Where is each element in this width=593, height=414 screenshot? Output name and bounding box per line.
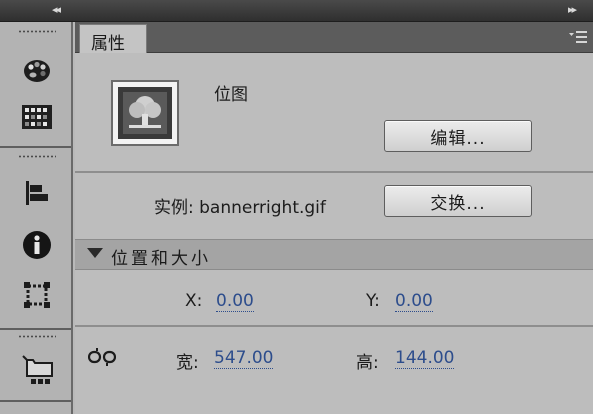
divider [75, 171, 593, 173]
width-label: 宽: [176, 353, 199, 373]
tool-strip [0, 22, 73, 414]
properties-panel-body: 位图 编辑... 实例: bannerright.gif 交换... 位置和大小… [75, 53, 593, 414]
panel-menu-icon[interactable] [569, 30, 587, 46]
section-title: 位置和大小 [111, 249, 211, 269]
x-label: X: [185, 291, 203, 311]
tool-separator [0, 400, 71, 402]
panel-collapse-bar: ◂◂ ▸▸ [0, 0, 593, 22]
tool-separator [0, 146, 71, 148]
tree-icon [123, 92, 167, 134]
swap-button[interactable]: 交换... [384, 185, 532, 217]
collapse-left-icon[interactable]: ◂◂ [52, 3, 61, 16]
info-icon[interactable] [22, 230, 52, 260]
panel-tab-strip: 属性 [75, 22, 593, 54]
color-swatches-icon[interactable] [22, 102, 52, 132]
bitmap-thumbnail [111, 80, 179, 146]
transform-icon[interactable] [22, 280, 52, 310]
divider [75, 325, 593, 327]
grip-handle[interactable] [18, 30, 56, 33]
position-size-section-header[interactable]: 位置和大小 [75, 239, 593, 270]
grip-handle[interactable] [18, 335, 56, 338]
width-value-field[interactable]: 547.00 [214, 348, 274, 369]
y-label: Y: [366, 291, 380, 311]
height-label: 高: [356, 353, 379, 373]
tool-separator [0, 328, 71, 330]
grip-handle[interactable] [18, 155, 56, 158]
palette-icon[interactable] [22, 56, 52, 86]
link-proportions-icon[interactable] [88, 346, 116, 368]
instance-label: 实例: bannerright.gif [154, 198, 326, 218]
expand-right-icon[interactable]: ▸▸ [568, 3, 577, 16]
symbol-type-label: 位图 [214, 85, 248, 105]
library-icon[interactable] [19, 354, 55, 384]
x-value-field[interactable]: 0.00 [216, 291, 254, 312]
collapse-triangle-icon[interactable] [87, 248, 103, 258]
tab-properties[interactable]: 属性 [79, 24, 147, 54]
align-icon[interactable] [22, 178, 52, 208]
properties-panel-window: ◂◂ ▸▸ 属性 位图 编辑... 实例: bannerright.gif 交换… [0, 0, 593, 414]
height-value-field[interactable]: 144.00 [395, 348, 455, 369]
edit-button[interactable]: 编辑... [384, 120, 532, 152]
y-value-field[interactable]: 0.00 [395, 291, 433, 312]
